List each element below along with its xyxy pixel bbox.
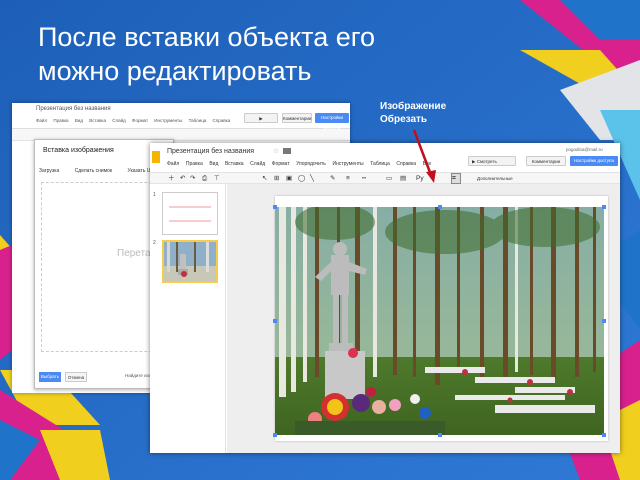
line-weight-icon[interactable]: ≡ xyxy=(346,175,350,183)
menu-edit[interactable]: Правка xyxy=(186,161,203,167)
folder-icon[interactable] xyxy=(283,148,291,154)
resize-handle-bottom-left[interactable] xyxy=(273,433,277,437)
inserted-image[interactable] xyxy=(273,204,606,437)
front-doc-title[interactable]: Презентация без названия xyxy=(167,148,254,155)
more-options[interactable]: Дополнительные xyxy=(477,175,513,183)
line-dash-icon[interactable]: ┅ xyxy=(362,175,366,183)
menu-all[interactable]: Все xyxy=(423,161,432,167)
menu-slide[interactable]: Слайд xyxy=(250,161,265,167)
slide-filmstrip: 1 2 xyxy=(150,184,226,453)
thumbnail-1-preview xyxy=(169,206,211,222)
back-menu-help[interactable]: Справка xyxy=(213,118,231,123)
dialog-title: Вставка изображения xyxy=(43,147,114,154)
menu-view[interactable]: Вид xyxy=(209,161,218,167)
back-menu-view[interactable]: Вид xyxy=(75,118,83,123)
slides-logo-icon xyxy=(152,151,160,163)
replace-image-icon[interactable]: ▭ xyxy=(386,175,392,183)
comments-button[interactable]: Комментарии xyxy=(526,156,566,166)
resize-handle-bottom-right[interactable] xyxy=(602,433,606,437)
resize-handle-right[interactable] xyxy=(602,319,606,323)
share-button[interactable]: Настройки доступа xyxy=(570,156,618,166)
slide-thumbnail-2[interactable] xyxy=(162,240,218,283)
image-icon[interactable]: ▣ xyxy=(286,175,292,183)
menu-file[interactable]: Файл xyxy=(167,161,179,167)
slide-number-2: 2 xyxy=(153,240,156,246)
undo-icon[interactable]: ↶ xyxy=(180,175,185,183)
print-icon[interactable]: ⎙ xyxy=(202,175,207,183)
star-icon[interactable]: ☆ xyxy=(273,147,279,155)
tab-snapshot[interactable]: Сделать снимок xyxy=(75,168,112,174)
menu-format[interactable]: Формат xyxy=(272,161,290,167)
back-menu-format[interactable]: Формат xyxy=(132,118,148,123)
select-button[interactable]: Выбрать xyxy=(39,372,61,382)
back-doc-title[interactable]: Презентация без названия xyxy=(36,106,111,112)
present-label: Смотреть xyxy=(476,159,497,164)
text-box-icon[interactable]: ⊞ xyxy=(274,175,279,183)
menu-arrange[interactable]: Упорядочить xyxy=(296,161,326,167)
annotation: Изображение Обрезать xyxy=(380,100,446,126)
add-slide-icon[interactable]: ＋ xyxy=(168,175,175,183)
cancel-button[interactable]: Отмена xyxy=(65,372,87,382)
back-window-header: Презентация без названия Файл Правка Вид… xyxy=(12,103,350,130)
back-share-button[interactable]: Настройки доступа xyxy=(315,113,349,130)
resize-handle-left[interactable] xyxy=(273,319,277,323)
slide-number-1: 1 xyxy=(153,192,156,198)
slide-title: После вставки объекта его можно редактир… xyxy=(38,22,376,86)
memorial-photo xyxy=(275,204,604,435)
back-menu-bar: Файл Правка Вид Вставка Слайд Формат Инс… xyxy=(36,118,235,123)
back-menu-file[interactable]: Файл xyxy=(36,118,47,123)
front-slides-window: Презентация без названия ☆ pogodina@mail… xyxy=(150,143,620,453)
user-email: pogodina@mail.ru xyxy=(566,147,603,152)
mask-icon[interactable]: Ру xyxy=(416,175,424,183)
front-menu-bar: Файл Правка Вид Вставка Слайд Формат Упо… xyxy=(167,161,436,167)
select-cursor-icon[interactable]: ↖ xyxy=(262,175,267,183)
menu-table[interactable]: Таблица xyxy=(370,161,390,167)
pen-color-icon[interactable]: ✎ xyxy=(330,175,335,183)
back-menu-table[interactable]: Таблица xyxy=(189,118,207,123)
upload-drop-zone[interactable] xyxy=(41,182,167,352)
redo-icon[interactable]: ↷ xyxy=(190,175,195,183)
slide-thumbnail-1[interactable] xyxy=(162,192,218,235)
crop-icon[interactable]: ⌗ xyxy=(452,174,456,183)
annotation-line-crop: Обрезать xyxy=(380,114,428,125)
line-icon[interactable]: ╲ xyxy=(310,175,314,183)
back-present-button[interactable]: ▶ xyxy=(244,113,278,123)
image-options-icon[interactable]: ▤ xyxy=(400,175,406,183)
menu-help[interactable]: Справка xyxy=(396,161,416,167)
present-button[interactable]: ▶ Смотреть xyxy=(468,156,516,166)
tab-upload[interactable]: Загрузка xyxy=(39,168,59,174)
resize-handle-bottom[interactable] xyxy=(438,433,442,437)
resize-handle-top-left[interactable] xyxy=(273,205,277,209)
back-comments-button[interactable]: Комментарии xyxy=(282,113,312,123)
resize-handle-top-right[interactable] xyxy=(602,205,606,209)
thumbnail-2-preview xyxy=(164,242,216,281)
paint-format-icon[interactable]: ⊤ xyxy=(214,175,220,183)
resize-handle-top[interactable] xyxy=(438,205,442,209)
front-toolbar: ＋ ↶ ↷ ⎙ ⊤ ↖ ⊞ ▣ ◯ ╲ ✎ ≡ ┅ ▭ ▤ Ру ⌗ Допол… xyxy=(150,172,620,184)
annotation-line-image: Изображение xyxy=(380,101,447,112)
menu-tools[interactable]: Инструменты xyxy=(332,161,363,167)
shape-icon[interactable]: ◯ xyxy=(298,175,305,183)
back-menu-tools[interactable]: Инструменты xyxy=(154,118,182,123)
back-menu-insert[interactable]: Вставка xyxy=(89,118,106,123)
back-menu-slide[interactable]: Слайд xyxy=(112,118,126,123)
menu-insert[interactable]: Вставка xyxy=(225,161,244,167)
back-menu-edit[interactable]: Правка xyxy=(53,118,68,123)
